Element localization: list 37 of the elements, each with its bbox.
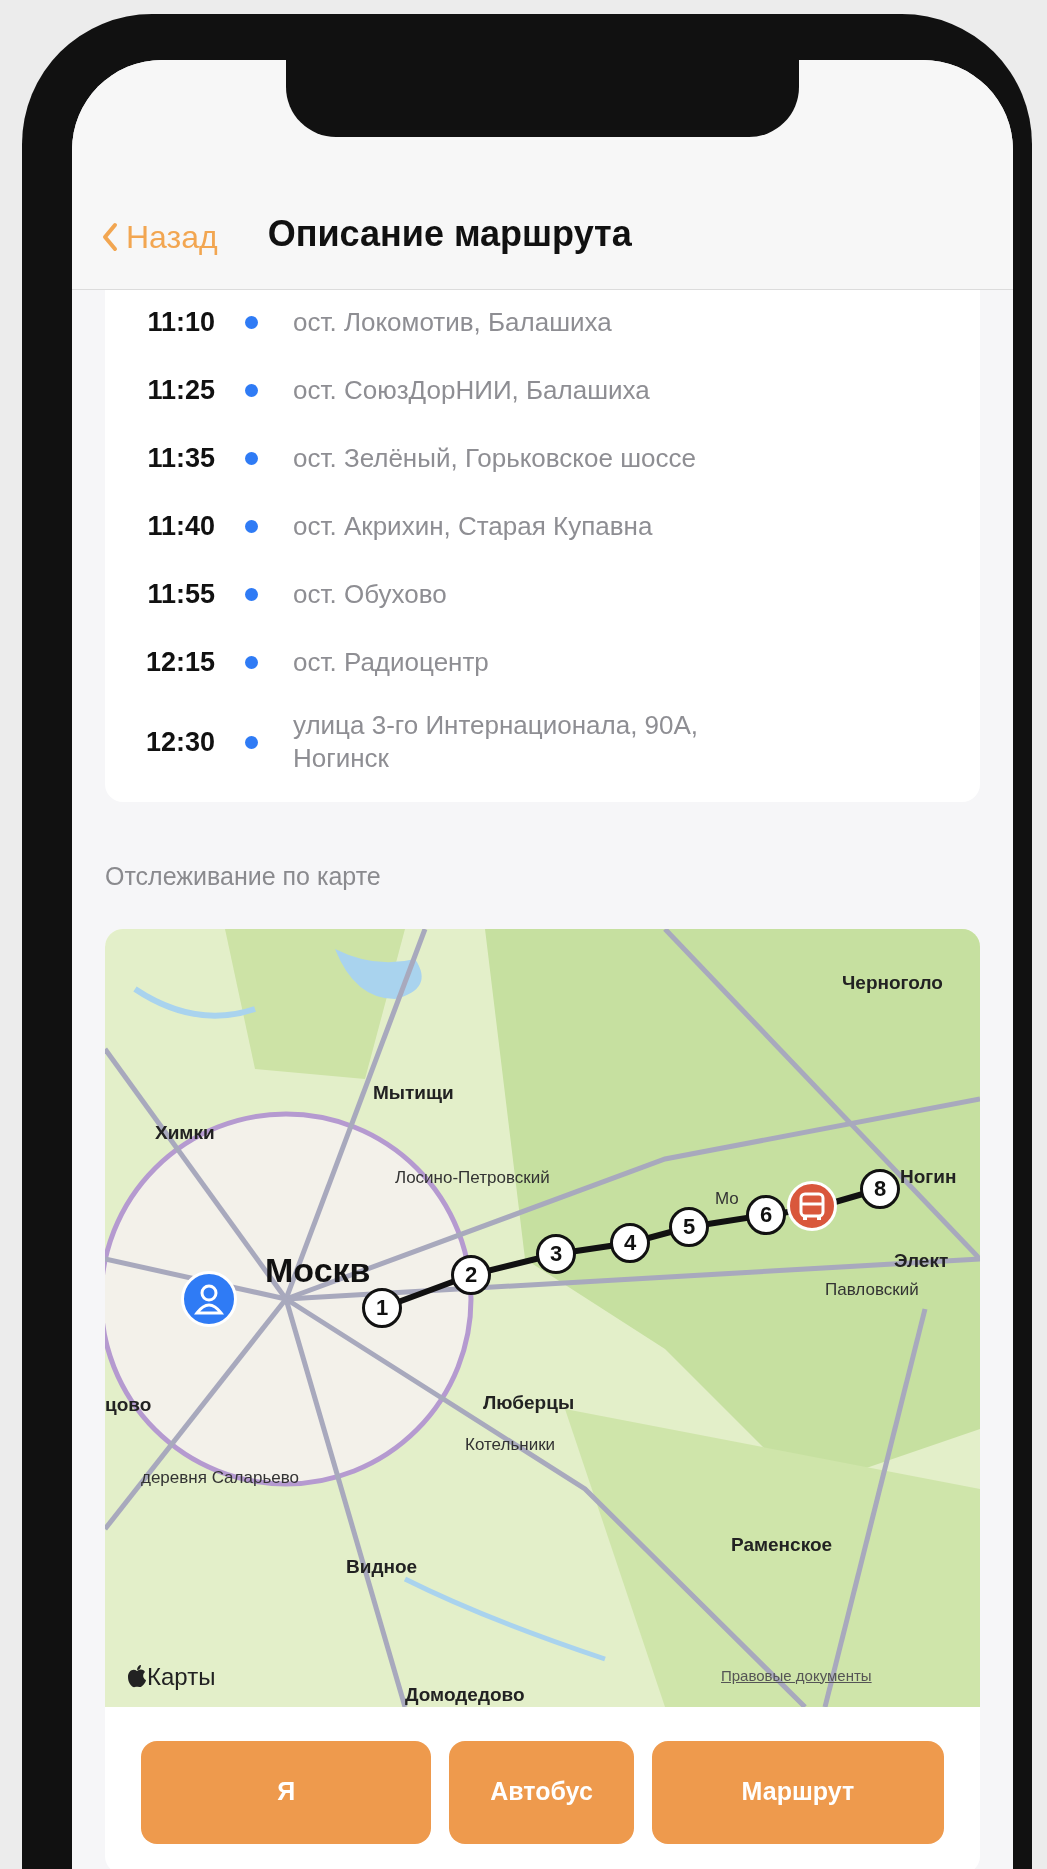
stop-time: 11:40 <box>146 509 215 543</box>
map-place-label: Мытищи <box>373 1080 454 1105</box>
stop-name: ост. Зелёный, Горьковское шоссе <box>293 441 697 475</box>
stop-time: 12:30 <box>144 725 215 759</box>
section-heading: Отслеживание по карте <box>105 861 382 892</box>
map-place-label: деревня Саларьево <box>141 1466 299 1489</box>
stop-name: ост. Акрихин, Старая Купавна <box>293 509 654 543</box>
chevron-left-icon <box>102 222 118 252</box>
map-place-label: Видное <box>346 1554 418 1579</box>
stop-name: ост. Локомотив, Балашиха <box>293 305 613 339</box>
map-attribution: Карты <box>147 1661 216 1692</box>
stop-name: ост. Радиоцентр <box>293 645 490 679</box>
stop-time: 11:55 <box>146 577 215 611</box>
stop-name: ост. Обухово <box>293 577 448 611</box>
map-place-label: Люберцы <box>483 1390 575 1415</box>
map-place-label: цово <box>105 1392 152 1417</box>
stop-name: улица 3-го Интернационала, 90А, Ногинск <box>293 709 700 775</box>
bus-icon <box>799 1191 825 1220</box>
map-place-label: Раменское <box>731 1532 833 1557</box>
map-place-label: Ногин <box>900 1164 957 1189</box>
map-place-label: Черноголо <box>842 970 943 995</box>
stop-time: 11:35 <box>146 441 215 475</box>
stop-time: 11:10 <box>146 305 215 339</box>
map-place-label: Мо <box>715 1187 739 1210</box>
stop-name: ост. СоюзДорНИИ, Балашиха <box>293 373 651 407</box>
legal-link[interactable]: Правовые документы <box>721 1664 872 1687</box>
map-place-label: Домодедово <box>405 1682 525 1707</box>
map-place-label: Лосино-Петровский <box>395 1166 550 1189</box>
stop-time: 11:25 <box>146 373 215 407</box>
map-place-label: Котельники <box>465 1433 556 1456</box>
map-place-label: Химки <box>155 1120 215 1145</box>
screen-title: Описание маршрута <box>267 212 632 256</box>
map-place-label: Павловский <box>825 1278 919 1301</box>
person-icon <box>194 1282 224 1315</box>
map-place-label: Элект <box>894 1248 949 1273</box>
stop-time: 12:15 <box>144 645 215 679</box>
apple-logo-icon <box>127 1664 147 1689</box>
